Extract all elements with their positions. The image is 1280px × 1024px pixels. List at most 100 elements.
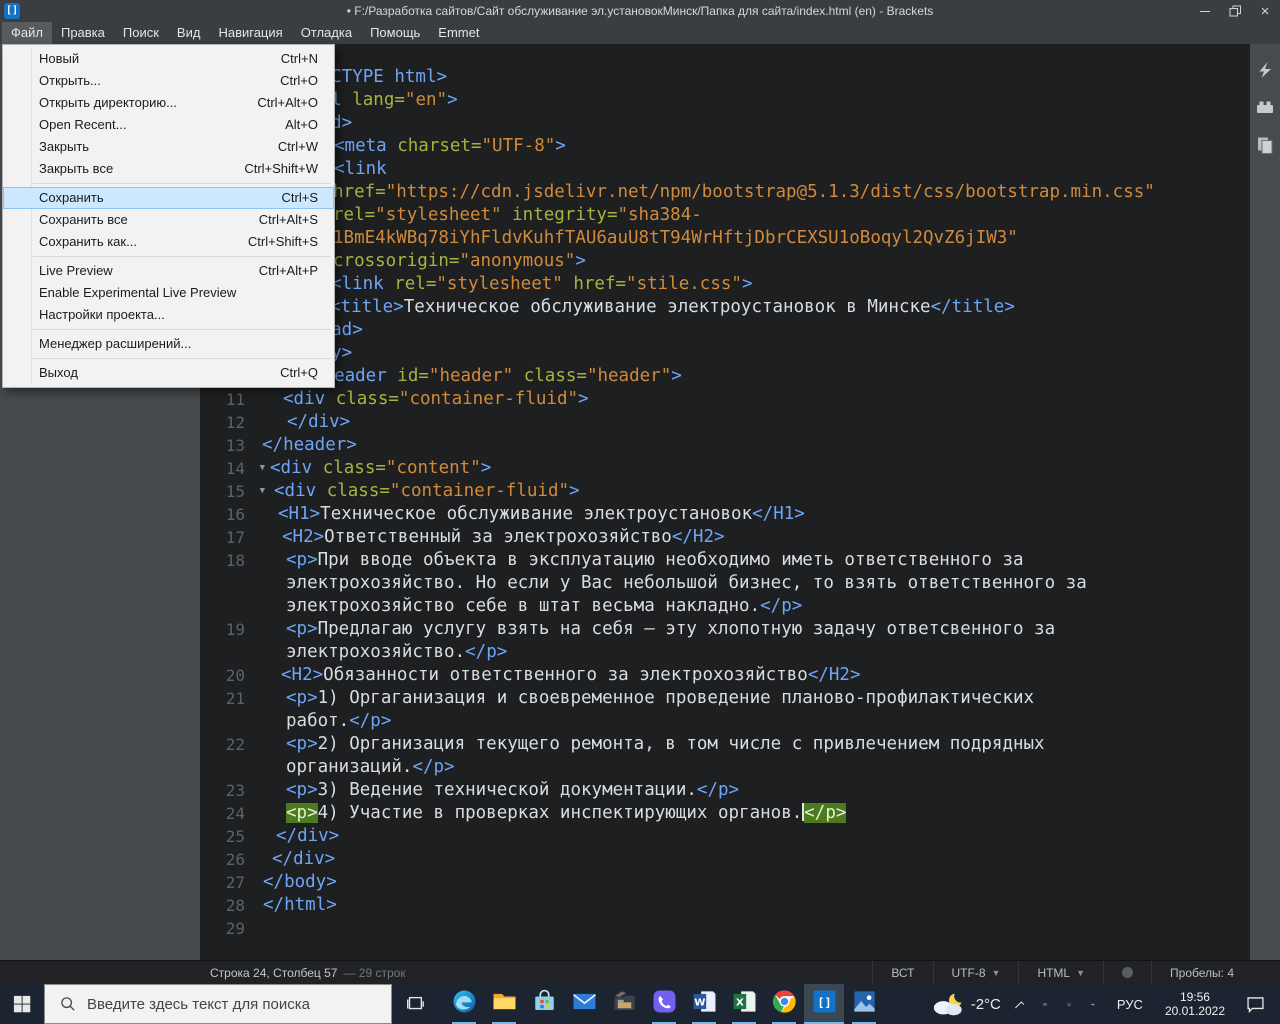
code-row[interactable]: 26</div>: [200, 848, 1250, 871]
code-row[interactable]: 13</header>: [200, 434, 1250, 457]
taskbar-search[interactable]: Введите здесь текст для поиска: [44, 984, 392, 1024]
menu-item-emmet[interactable]: Emmet: [429, 22, 488, 44]
code-row[interactable]: 7<title>Техническое обслуживание электро…: [200, 296, 1250, 319]
indent-setting[interactable]: Пробелы: 4: [1151, 961, 1252, 984]
code-row[interactable]: 8</head>: [200, 319, 1250, 342]
code-row[interactable]: 11<div class="container-fluid">: [200, 388, 1250, 411]
menu-item-debug[interactable]: Отладка: [292, 22, 361, 44]
code-row[interactable]: 21<p>1) Оргаганизация и своевременное пр…: [200, 687, 1250, 710]
insert-mode-indicator[interactable]: ВСТ: [872, 961, 932, 984]
meet-now-button[interactable]: [1033, 994, 1057, 1015]
weather-widget[interactable]: -2°C: [923, 991, 1009, 1017]
code-row[interactable]: 10<header id="header" class="header">: [200, 365, 1250, 388]
menu-item-view[interactable]: Вид: [168, 22, 210, 44]
code-row[interactable]: 29: [200, 917, 1250, 940]
file-menu-item[interactable]: Live PreviewCtrl+Alt+P: [3, 260, 334, 282]
menu-item-find[interactable]: Поиск: [114, 22, 168, 44]
code-row[interactable]: 14▼<div class="content">: [200, 457, 1250, 480]
language-select[interactable]: HTML ▼: [1018, 961, 1103, 984]
fold-arrow-icon[interactable]: ▼: [260, 480, 265, 503]
file-menu-item[interactable]: Enable Experimental Live Preview: [3, 282, 334, 304]
file-menu-item[interactable]: Открыть...Ctrl+O: [3, 70, 334, 92]
language-indicator[interactable]: РУС: [1105, 997, 1155, 1012]
restore-button[interactable]: [1220, 0, 1250, 22]
lint-status[interactable]: [1103, 961, 1151, 984]
code-row[interactable]: 1<!DOCTYPE html>: [200, 66, 1250, 89]
file-menu-item[interactable]: Сохранить как...Ctrl+Shift+S: [3, 231, 334, 253]
menu-item-file[interactable]: Файл: [2, 22, 52, 44]
code-row[interactable]: 27</body>: [200, 871, 1250, 894]
code-row[interactable]: 9<body>: [200, 342, 1250, 365]
code-row[interactable]: 15▼<div class="container-fluid">: [200, 480, 1250, 503]
task-view-button[interactable]: [392, 984, 438, 1024]
menu-item-help[interactable]: Помощь: [361, 22, 429, 44]
code-row[interactable]: электрохозяйство.</p>: [200, 641, 1250, 664]
code-row[interactable]: 20<H2>Обязанности ответственного за элек…: [200, 664, 1250, 687]
code-row[interactable]: 3<head>: [200, 112, 1250, 135]
action-center-button[interactable]: [1235, 994, 1280, 1015]
file-menu-item[interactable]: ВыходCtrl+Q: [3, 362, 334, 384]
code-row[interactable]: 22<p>2) Организация текущего ремонта, в …: [200, 733, 1250, 756]
extension-manager-icon[interactable]: [1254, 96, 1276, 118]
live-preview-icon[interactable]: [1254, 58, 1276, 80]
file-menu-item[interactable]: Open Recent...Alt+O: [3, 114, 334, 136]
file-menu-item[interactable]: НовыйCtrl+N: [3, 48, 334, 70]
taskbar-app-photos[interactable]: [844, 984, 884, 1024]
code-row[interactable]: 23<p>3) Ведение технической документации…: [200, 779, 1250, 802]
file-menu-item[interactable]: Открыть директорию...Ctrl+Alt+O: [3, 92, 334, 114]
taskbar-app-store[interactable]: [524, 984, 564, 1024]
snippets-icon[interactable]: [1254, 134, 1276, 156]
taskbar-app-explorer[interactable]: [484, 984, 524, 1024]
code-row[interactable]: 12</div>: [200, 411, 1250, 434]
code-row[interactable]: 4<meta charset="UTF-8">: [200, 135, 1250, 158]
file-menu-item[interactable]: Сохранить всеCtrl+Alt+S: [3, 209, 334, 231]
taskbar-app-excel[interactable]: X: [724, 984, 764, 1024]
taskbar-app-brackets[interactable]: []: [804, 984, 844, 1024]
windows-logo-icon: [13, 995, 31, 1013]
code-row[interactable]: организаций.</p>: [200, 756, 1250, 779]
code-row[interactable]: 25</div>: [200, 825, 1250, 848]
taskbar-app-file-manager[interactable]: [604, 984, 644, 1024]
code-row[interactable]: 18<p>При вводе объекта в эксплуатацию не…: [200, 549, 1250, 572]
indent-label: Пробелы: 4: [1170, 966, 1234, 980]
action-center-icon: [1245, 994, 1266, 1015]
code-row[interactable]: 16<H1>Техническое обслуживание электроус…: [200, 503, 1250, 526]
code-row[interactable]: 17<H2>Ответственный за электрохозяйство<…: [200, 526, 1250, 549]
code-row[interactable]: работ.</p>: [200, 710, 1250, 733]
minimize-button[interactable]: [1190, 0, 1220, 22]
start-button[interactable]: [0, 984, 44, 1024]
file-menu-item[interactable]: Менеджер расширений...: [3, 333, 334, 355]
file-menu-item[interactable]: Закрыть всеCtrl+Shift+W: [3, 158, 334, 180]
clock-widget[interactable]: 19:56 20.01.2022: [1155, 990, 1235, 1018]
fold-arrow-icon[interactable]: ▼: [260, 457, 265, 480]
line-number: 17: [200, 526, 258, 549]
code-editor[interactable]: 1<!DOCTYPE html>2<html lang="en">3<head>…: [200, 44, 1250, 960]
code-row[interactable]: электрохозяйство себе в штат весьма накл…: [200, 595, 1250, 618]
file-menu-item[interactable]: ЗакрытьCtrl+W: [3, 136, 334, 158]
code-row[interactable]: crossorigin="anonymous">: [200, 250, 1250, 273]
taskbar-app-edge[interactable]: [444, 984, 484, 1024]
encoding-select[interactable]: UTF-8 ▼: [933, 961, 1019, 984]
taskbar-app-chrome[interactable]: [764, 984, 804, 1024]
tray-expand-button[interactable]: [1009, 1000, 1033, 1009]
code-row[interactable]: 5<link: [200, 158, 1250, 181]
code-row[interactable]: 2<html lang="en">: [200, 89, 1250, 112]
code-row[interactable]: 28</html>: [200, 894, 1250, 917]
code-row[interactable]: 24<p>4) Участие в проверках инспектирующ…: [200, 802, 1250, 825]
file-menu-item[interactable]: Настройки проекта...: [3, 304, 334, 326]
file-menu-item[interactable]: СохранитьCtrl+S: [3, 187, 334, 209]
taskbar-app-viber[interactable]: [644, 984, 684, 1024]
code-row[interactable]: 1BmE4kWBq78iYhFldvKuhfTAU6auU8tT94WrHftj…: [200, 227, 1250, 250]
code-row[interactable]: rel="stylesheet" integrity="sha384-: [200, 204, 1250, 227]
taskbar-app-mail[interactable]: [564, 984, 604, 1024]
menu-item-edit[interactable]: Правка: [52, 22, 114, 44]
taskbar-app-word[interactable]: W: [684, 984, 724, 1024]
volume-button[interactable]: [1081, 994, 1105, 1015]
code-row[interactable]: электрохозяйство. Но если у Вас небольшо…: [200, 572, 1250, 595]
network-button[interactable]: [1057, 994, 1081, 1015]
code-row[interactable]: href="https://cdn.jsdelivr.net/npm/boots…: [200, 181, 1250, 204]
menu-item-navigate[interactable]: Навигация: [209, 22, 291, 44]
code-row[interactable]: 6<link rel="stylesheet" href="stile.css"…: [200, 273, 1250, 296]
code-row[interactable]: 19<p>Предлагаю услугу взять на себя — эт…: [200, 618, 1250, 641]
close-button[interactable]: ×: [1250, 0, 1280, 22]
